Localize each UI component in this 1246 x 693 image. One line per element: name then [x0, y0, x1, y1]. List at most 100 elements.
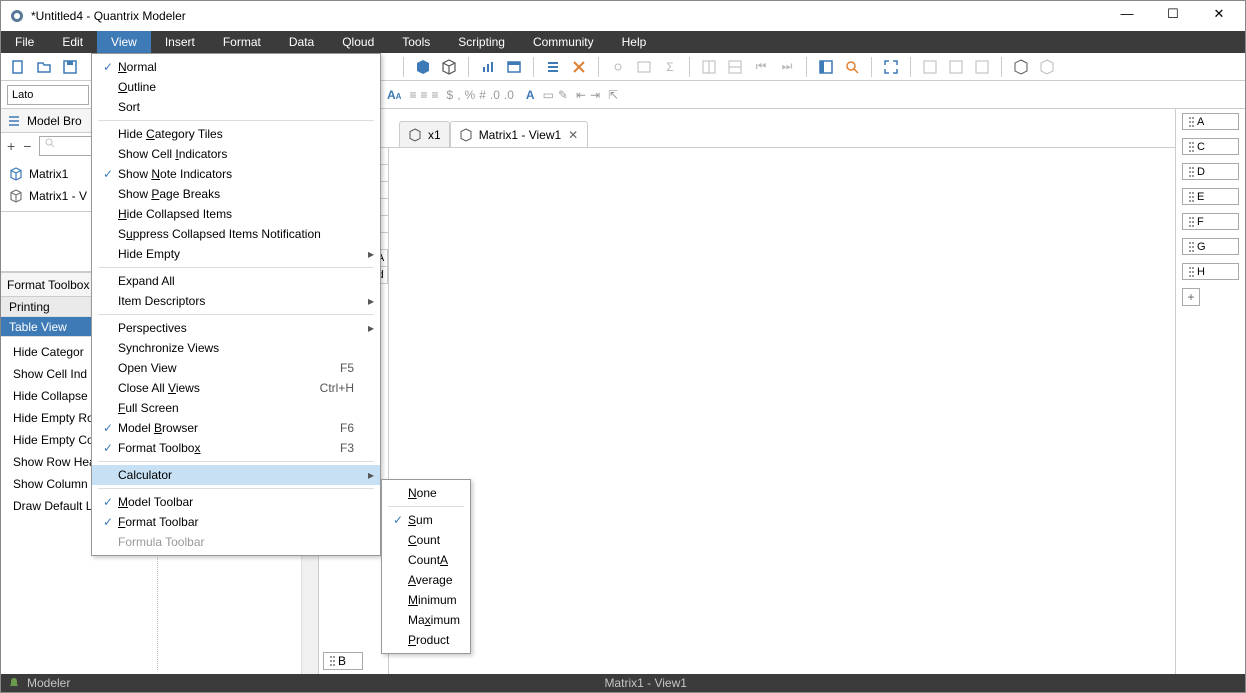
open-icon[interactable]	[33, 56, 55, 78]
menu-insert[interactable]: Insert	[151, 31, 209, 53]
dec-dec-icon[interactable]: .0	[504, 88, 514, 102]
font-color-icon[interactable]: A	[526, 88, 535, 102]
comma-icon[interactable]: ,	[457, 88, 460, 102]
currency-icon[interactable]: $	[447, 88, 454, 102]
outdent-icon[interactable]: ⇱	[608, 88, 618, 102]
sigma-icon[interactable]: Σ	[659, 56, 681, 78]
menu-qloud[interactable]: Qloud	[328, 31, 388, 53]
menu-item-hide-collapsed-items[interactable]: Hide Collapsed Items	[92, 204, 380, 224]
menu-item-hide-empty[interactable]: Hide Empty▸	[92, 244, 380, 264]
menu-item-format-toolbar[interactable]: ✓Format Toolbar	[92, 512, 380, 532]
menu-item-model-browser[interactable]: ✓Model BrowserF6	[92, 418, 380, 438]
menu-item-sort[interactable]: Sort	[92, 97, 380, 117]
pen-icon[interactable]: ✎	[558, 88, 568, 102]
align-right-icon[interactable]: ≡	[431, 88, 438, 102]
plus-icon[interactable]: +	[7, 138, 15, 154]
panel2-icon[interactable]	[724, 56, 746, 78]
menu-item-normal[interactable]: ✓Normal	[92, 57, 380, 77]
font-size-icon[interactable]: AA	[387, 88, 401, 102]
menu-item-show-cell-indicators[interactable]: Show Cell Indicators	[92, 144, 380, 164]
minus-icon[interactable]: −	[23, 138, 31, 154]
category-tile[interactable]: A	[1182, 113, 1239, 130]
skip-fwd-icon[interactable]: ⏭	[776, 56, 798, 78]
menu-item-open-view[interactable]: Open ViewF5	[92, 358, 380, 378]
dec-inc-icon[interactable]: .0	[490, 88, 500, 102]
menu-help[interactable]: Help	[608, 31, 661, 53]
align-center-icon[interactable]: ≡	[420, 88, 427, 102]
grid3-icon[interactable]	[971, 56, 993, 78]
submenu-item-count[interactable]: Count	[382, 530, 470, 550]
submenu-item-sum[interactable]: ✓Sum	[382, 510, 470, 530]
indent-dec-icon[interactable]: ⇤	[576, 88, 586, 102]
category-tile[interactable]: G	[1182, 238, 1239, 255]
menu-format[interactable]: Format	[209, 31, 275, 53]
submenu-item-average[interactable]: Average	[382, 570, 470, 590]
menu-item-calculator[interactable]: Calculator▸	[92, 465, 380, 485]
submenu-item-minimum[interactable]: Minimum	[382, 590, 470, 610]
menu-view[interactable]: View	[97, 31, 151, 53]
category-tile[interactable]: H	[1182, 263, 1239, 280]
grid1-icon[interactable]	[919, 56, 941, 78]
new-icon[interactable]	[7, 56, 29, 78]
save-icon[interactable]	[59, 56, 81, 78]
editor-tab[interactable]: Matrix1 - View1✕	[450, 121, 588, 147]
menu-file[interactable]: File	[1, 31, 48, 53]
tools-icon[interactable]	[568, 56, 590, 78]
image-icon[interactable]	[633, 56, 655, 78]
menu-item-full-screen[interactable]: Full Screen	[92, 398, 380, 418]
minimize-button[interactable]: —	[1113, 6, 1141, 26]
menu-scripting[interactable]: Scripting	[444, 31, 519, 53]
menu-data[interactable]: Data	[275, 31, 328, 53]
close-icon[interactable]: ✕	[567, 128, 579, 142]
menu-item-format-toolbox[interactable]: ✓Format ToolboxF3	[92, 438, 380, 458]
skip-back-icon[interactable]: ⏮	[750, 56, 772, 78]
menu-item-model-toolbar[interactable]: ✓Model Toolbar	[92, 492, 380, 512]
border-icon[interactable]: ▭	[543, 88, 554, 102]
list-icon[interactable]	[542, 56, 564, 78]
category-tile-bottom[interactable]: B	[323, 652, 363, 670]
category-tile[interactable]: E	[1182, 188, 1239, 205]
submenu-item-counta[interactable]: CountA	[382, 550, 470, 570]
menu-item-expand-all[interactable]: Expand All	[92, 271, 380, 291]
cube2-icon[interactable]	[1010, 56, 1032, 78]
menu-item-show-note-indicators[interactable]: ✓Show Note Indicators	[92, 164, 380, 184]
menu-item-close-all-views[interactable]: Close All ViewsCtrl+H	[92, 378, 380, 398]
menu-item-item-descriptors[interactable]: Item Descriptors▸	[92, 291, 380, 311]
menu-item-perspectives[interactable]: Perspectives▸	[92, 318, 380, 338]
layout-icon[interactable]	[815, 56, 837, 78]
category-tile[interactable]: C	[1182, 138, 1239, 155]
menu-item-outline[interactable]: Outline	[92, 77, 380, 97]
category-tile[interactable]: D	[1182, 163, 1239, 180]
chart-icon[interactable]	[477, 56, 499, 78]
percent-icon[interactable]: %	[465, 88, 476, 102]
indent-inc-icon[interactable]: ⇥	[590, 88, 600, 102]
cube3-icon[interactable]	[1036, 56, 1058, 78]
hash-icon[interactable]: #	[479, 88, 486, 102]
submenu-item-product[interactable]: Product	[382, 630, 470, 650]
grid2-icon[interactable]	[945, 56, 967, 78]
cube-outline-icon[interactable]	[438, 56, 460, 78]
menu-item-synchronize-views[interactable]: Synchronize Views	[92, 338, 380, 358]
menu-community[interactable]: Community	[519, 31, 608, 53]
menu-edit[interactable]: Edit	[48, 31, 97, 53]
menu-tools[interactable]: Tools	[388, 31, 444, 53]
expand-icon[interactable]	[880, 56, 902, 78]
bell-icon[interactable]	[7, 676, 21, 690]
link-icon[interactable]	[607, 56, 629, 78]
submenu-item-maximum[interactable]: Maximum	[382, 610, 470, 630]
close-button[interactable]: ✕	[1205, 6, 1233, 26]
add-category-button[interactable]: +	[1182, 288, 1200, 306]
menu-item-hide-category-tiles[interactable]: Hide Category Tiles	[92, 124, 380, 144]
panel1-icon[interactable]	[698, 56, 720, 78]
font-name-input[interactable]	[7, 85, 89, 105]
maximize-button[interactable]: ☐	[1159, 6, 1187, 26]
submenu-item-none[interactable]: None	[382, 483, 470, 503]
canvas-icon[interactable]	[503, 56, 525, 78]
menu-item-suppress-collapsed-items-notification[interactable]: Suppress Collapsed Items Notification	[92, 224, 380, 244]
category-tile[interactable]: F	[1182, 213, 1239, 230]
cube-solid-icon[interactable]	[412, 56, 434, 78]
align-left-icon[interactable]: ≡	[409, 88, 416, 102]
editor-tab[interactable]: x1	[399, 121, 450, 147]
zoom-icon[interactable]	[841, 56, 863, 78]
menu-item-show-page-breaks[interactable]: Show Page Breaks	[92, 184, 380, 204]
